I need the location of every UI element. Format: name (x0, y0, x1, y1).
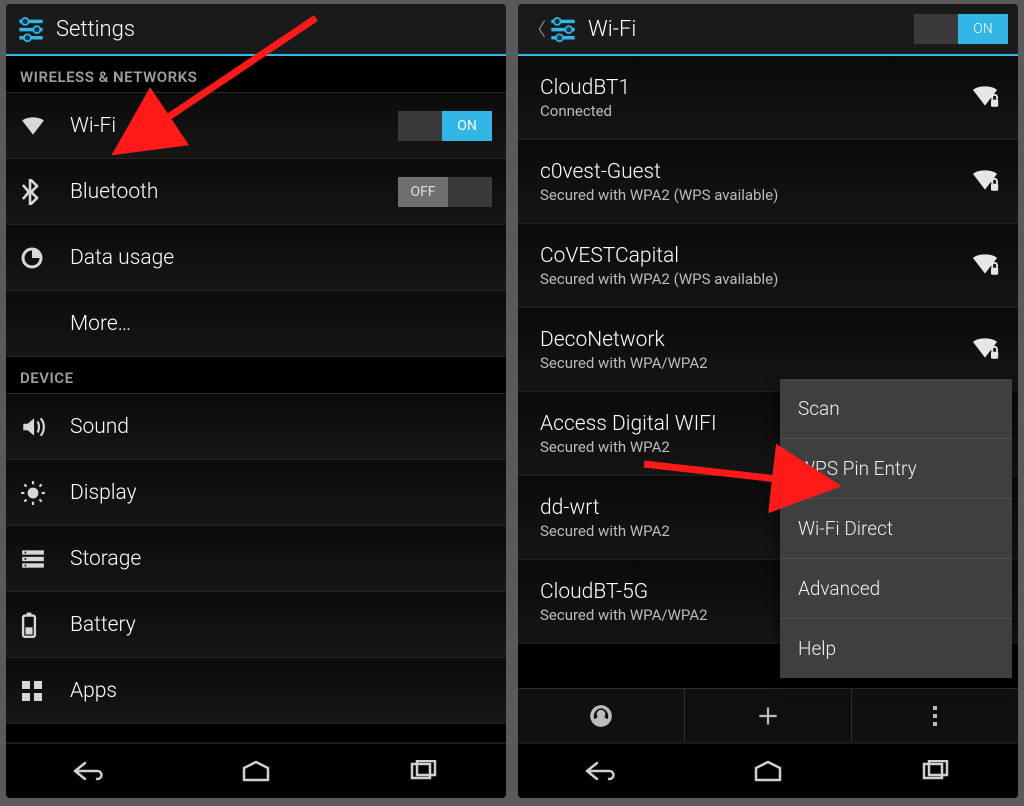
network-status: Secured with WPA2 (WPS available) (540, 270, 962, 288)
wifi-toggle[interactable]: ON (398, 111, 492, 141)
row-sound[interactable]: Sound (6, 394, 506, 460)
row-display[interactable]: Display (6, 460, 506, 526)
page-title: Settings (56, 17, 135, 42)
wifi-signal-icon (970, 168, 1000, 196)
bluetooth-icon (20, 179, 70, 205)
menu-item[interactable]: Help (780, 619, 1012, 678)
wifi-network-row[interactable]: CoVESTCapital Secured with WPA2 (WPS avai… (518, 224, 1018, 308)
row-apps[interactable]: Apps (6, 658, 506, 724)
battery-icon (20, 612, 70, 638)
menu-item[interactable]: Advanced (780, 559, 1012, 619)
display-icon (20, 480, 70, 506)
network-status: Secured with WPA/WPA2 (540, 354, 962, 372)
row-storage[interactable]: Storage (6, 526, 506, 592)
nav-back[interactable] (578, 756, 624, 786)
wifi-signal-icon (970, 336, 1000, 364)
actionbar-wifi: 〈 Wi-Fi ON (518, 4, 1018, 56)
menu-item[interactable]: Scan (780, 379, 1012, 439)
wifi-network-row[interactable]: c0vest-Guest Secured with WPA2 (WPS avail… (518, 140, 1018, 224)
storage-label: Storage (70, 547, 492, 571)
menu-item[interactable]: WPS Pin Entry (780, 439, 1012, 499)
back-caret-icon[interactable]: 〈 (528, 16, 546, 42)
sound-label: Sound (70, 415, 492, 439)
battery-label: Battery (70, 613, 492, 637)
network-status: Connected (540, 102, 962, 120)
data-usage-label: Data usage (70, 246, 492, 270)
wifi-network-row[interactable]: CloudBT1 Connected (518, 56, 1018, 140)
overflow-menu-button[interactable] (852, 689, 1018, 742)
network-ssid: c0vest-Guest (540, 160, 962, 184)
row-more[interactable]: More… (6, 291, 506, 357)
row-data-usage[interactable]: Data usage (6, 225, 506, 291)
network-ssid: CoVESTCapital (540, 244, 962, 268)
nav-home[interactable] (233, 756, 279, 786)
page-title: Wi-Fi (588, 17, 636, 42)
settings-list: WIRELESS & NETWORKS Wi-Fi ON Bluetooth O… (6, 56, 506, 742)
settings-icon[interactable] (548, 14, 578, 44)
android-navbar (6, 742, 506, 798)
annotation-arrow-wifi-direct (638, 430, 808, 514)
section-device: DEVICE (6, 357, 506, 394)
network-ssid: DecoNetwork (540, 328, 962, 352)
bluetooth-toggle[interactable]: OFF (398, 177, 492, 207)
wifi-bottom-actions (518, 688, 1018, 742)
sound-icon (20, 416, 70, 438)
row-bluetooth[interactable]: Bluetooth OFF (6, 159, 506, 225)
annotation-arrow-wifi (146, 14, 326, 148)
network-ssid: CloudBT1 (540, 76, 962, 100)
nav-recent[interactable] (912, 756, 958, 786)
wifi-signal-icon (970, 252, 1000, 280)
phone-wifi: 〈 Wi-Fi ON CloudBT1 Connected c0vest-Guest… (518, 4, 1018, 798)
android-navbar (518, 742, 1018, 798)
nav-recent[interactable] (400, 756, 446, 786)
data-usage-icon (20, 246, 70, 270)
nav-back[interactable] (66, 756, 112, 786)
add-network-button[interactable] (685, 689, 852, 742)
wifi-master-toggle[interactable]: ON (914, 14, 1008, 44)
wifi-icon (20, 115, 70, 137)
row-battery[interactable]: Battery (6, 592, 506, 658)
overflow-menu: ScanWPS Pin EntryWi-Fi DirectAdvancedHel… (780, 379, 1012, 678)
apps-label: Apps (70, 679, 492, 703)
phone-settings: Settings WIRELESS & NETWORKS Wi-Fi ON Bl… (6, 4, 506, 798)
wifi-signal-icon (970, 84, 1000, 112)
more-label: More… (70, 312, 492, 336)
network-status: Secured with WPA2 (WPS available) (540, 186, 962, 204)
settings-icon (16, 14, 46, 44)
display-label: Display (70, 481, 492, 505)
menu-item[interactable]: Wi-Fi Direct (780, 499, 1012, 559)
apps-icon (20, 679, 70, 703)
storage-icon (20, 548, 70, 570)
wps-button[interactable] (518, 689, 685, 742)
bluetooth-label: Bluetooth (70, 180, 398, 204)
nav-home[interactable] (745, 756, 791, 786)
